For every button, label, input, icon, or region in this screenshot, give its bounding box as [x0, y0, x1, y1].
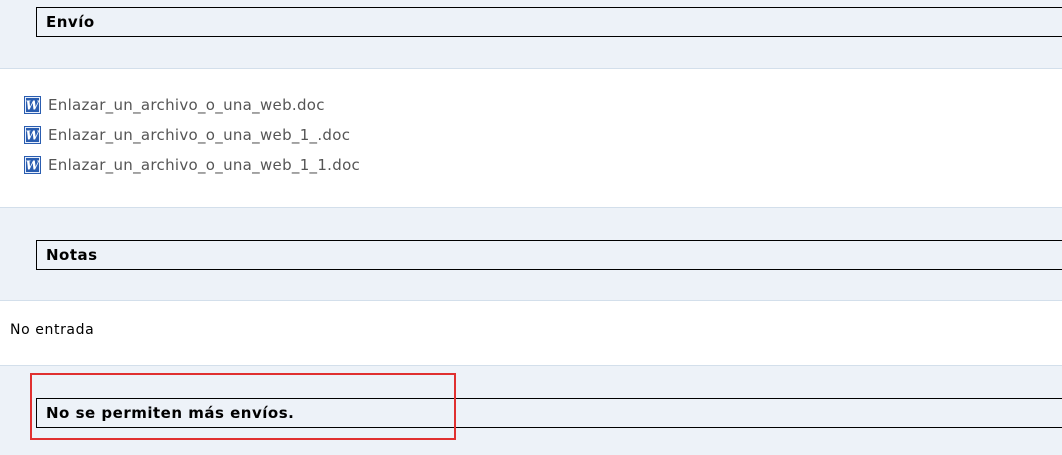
highlight-annotation-box [30, 373, 456, 440]
word-doc-icon: W [24, 96, 41, 114]
file-name[interactable]: Enlazar_un_archivo_o_una_web_1_.doc [48, 126, 350, 144]
file-name[interactable]: Enlazar_un_archivo_o_una_web.doc [48, 96, 325, 114]
file-link[interactable]: W Enlazar_un_archivo_o_una_web_1_.doc [24, 120, 360, 150]
word-doc-icon: W [24, 126, 41, 144]
notas-section-header: Notas [36, 240, 1062, 270]
file-name[interactable]: Enlazar_un_archivo_o_una_web_1_1.doc [48, 156, 360, 174]
submitted-files-list: W Enlazar_un_archivo_o_una_web.doc W Enl… [24, 90, 360, 180]
file-link[interactable]: W Enlazar_un_archivo_o_una_web_1_1.doc [24, 150, 360, 180]
file-link[interactable]: W Enlazar_un_archivo_o_una_web.doc [24, 90, 360, 120]
svg-text:W: W [26, 99, 41, 113]
svg-text:W: W [26, 129, 41, 143]
notes-value: No entrada [10, 322, 95, 338]
envio-section-header: Envío [36, 7, 1062, 37]
word-doc-icon: W [24, 156, 41, 174]
svg-text:W: W [26, 159, 41, 173]
envio-section-band: Envío [0, 0, 1062, 69]
notas-section-band: Notas [0, 207, 1062, 301]
